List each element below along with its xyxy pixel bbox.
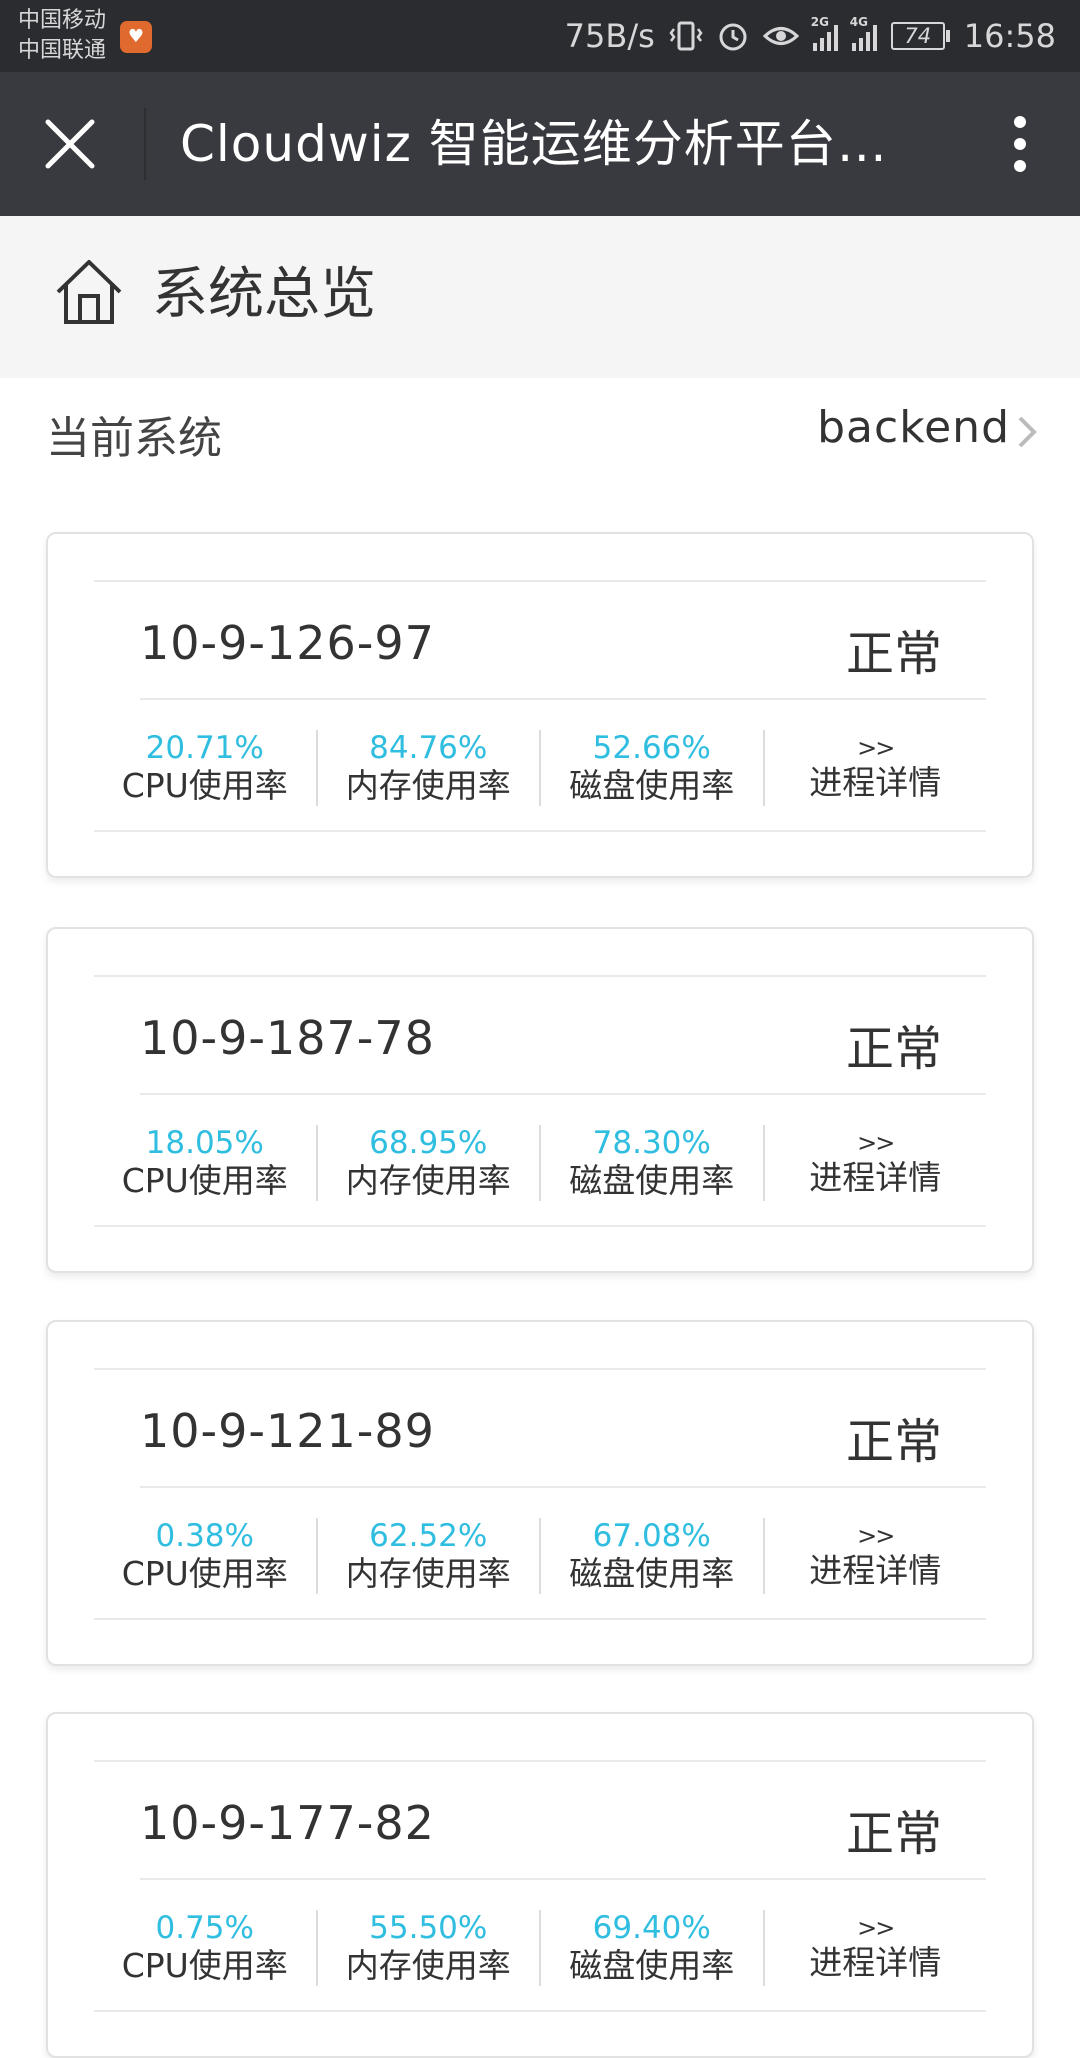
double-arrow-icon: >>	[857, 1129, 895, 1157]
cpu-usage-label: CPU使用率	[121, 1161, 288, 1200]
host-card[interactable]: 10-9-187-78 正常 18.05% CPU使用率 68.95% 内存使用…	[46, 927, 1034, 1273]
host-name: 10-9-126-97	[140, 616, 435, 670]
battery-icon: 74	[890, 22, 950, 50]
process-detail-link[interactable]: >> 进程详情	[765, 1125, 987, 1201]
memory-usage-label: 内存使用率	[345, 1554, 511, 1593]
host-metrics: 20.71% CPU使用率 84.76% 内存使用率 52.66% 磁盘使用率 …	[94, 730, 986, 806]
double-arrow-icon: >>	[857, 734, 895, 762]
cpu-metric[interactable]: 0.75% CPU使用率	[94, 1910, 318, 1986]
host-status: 正常	[845, 1806, 942, 1862]
disk-usage-value: 52.66%	[592, 730, 711, 766]
host-name: 10-9-121-89	[140, 1404, 435, 1458]
host-status: 正常	[845, 1021, 942, 1077]
host-card[interactable]: 10-9-126-97 正常 20.71% CPU使用率 84.76% 内存使用…	[46, 532, 1034, 878]
close-icon[interactable]	[42, 116, 98, 172]
carrier-2: 中国联通	[18, 38, 107, 63]
process-detail-label: 进程详情	[809, 763, 942, 802]
cpu-metric[interactable]: 20.71% CPU使用率	[94, 730, 318, 806]
eye-comfort-icon	[762, 27, 799, 45]
process-detail-label: 进程详情	[809, 1158, 942, 1197]
cpu-usage-label: CPU使用率	[121, 766, 288, 805]
alarm-icon	[719, 23, 747, 51]
page-header: 系统总览	[0, 216, 1080, 378]
host-name: 10-9-177-82	[140, 1796, 435, 1850]
battery-level: 74	[890, 22, 945, 50]
carrier-1: 中国移动	[18, 8, 107, 33]
disk-usage-value: 78.30%	[592, 1125, 711, 1161]
nav-title: Cloudwiz 智能运维分析平台…	[180, 115, 888, 173]
disk-usage-label: 磁盘使用率	[569, 1161, 735, 1200]
host-status: 正常	[845, 1414, 942, 1470]
double-arrow-icon: >>	[857, 1914, 895, 1942]
cpu-metric[interactable]: 0.38% CPU使用率	[94, 1518, 318, 1594]
double-arrow-icon: >>	[857, 1522, 895, 1550]
current-system-label: 当前系统	[46, 413, 222, 464]
chevron-right-icon[interactable]	[1016, 414, 1040, 450]
network-type-2: 4G	[849, 15, 868, 29]
host-card[interactable]: 10-9-121-89 正常 0.38% CPU使用率 62.52% 内存使用率…	[46, 1320, 1034, 1666]
disk-usage-value: 69.40%	[592, 1910, 711, 1946]
memory-usage-label: 内存使用率	[345, 1946, 511, 1985]
process-detail-label: 进程详情	[809, 1551, 942, 1590]
memory-usage-value: 62.52%	[369, 1518, 488, 1554]
current-system-row[interactable]: 当前系统 backend	[0, 378, 1080, 482]
memory-usage-label: 内存使用率	[345, 766, 511, 805]
disk-metric[interactable]: 52.66% 磁盘使用率	[541, 730, 765, 806]
memory-metric[interactable]: 68.95% 内存使用率	[318, 1125, 541, 1201]
signal-2-icon: 4G	[850, 15, 877, 51]
clock: 16:58	[963, 17, 1056, 55]
host-metrics: 0.38% CPU使用率 62.52% 内存使用率 67.08% 磁盘使用率 >…	[94, 1518, 986, 1594]
status-bar: 中国移动 中国联通 ♥ 75B/s 2G 4G 74 16:58	[0, 0, 1080, 72]
vibrate-icon	[669, 21, 703, 51]
signal-1-icon: 2G	[811, 15, 838, 51]
memory-usage-value: 84.76%	[369, 730, 488, 766]
cpu-usage-value: 0.75%	[155, 1910, 254, 1946]
more-vertical-icon[interactable]	[1000, 112, 1040, 176]
carrier-info: 中国移动 中国联通	[18, 6, 106, 66]
host-status: 正常	[845, 626, 942, 682]
memory-metric[interactable]: 84.76% 内存使用率	[318, 730, 541, 806]
disk-usage-value: 67.08%	[592, 1518, 711, 1554]
host-card[interactable]: 10-9-177-82 正常 0.75% CPU使用率 55.50% 内存使用率…	[46, 1712, 1034, 2058]
nav-divider	[144, 108, 146, 180]
home-icon	[56, 260, 122, 324]
cpu-usage-label: CPU使用率	[121, 1554, 288, 1593]
current-system-value[interactable]: backend	[817, 402, 1010, 453]
nav-bar: Cloudwiz 智能运维分析平台…	[0, 72, 1080, 216]
status-right: 75B/s 2G 4G 74 16:58	[565, 0, 1056, 72]
cpu-usage-value: 18.05%	[145, 1125, 264, 1161]
cpu-metric[interactable]: 18.05% CPU使用率	[94, 1125, 318, 1201]
memory-usage-value: 68.95%	[369, 1125, 488, 1161]
disk-usage-label: 磁盘使用率	[569, 1946, 735, 1985]
host-metrics: 18.05% CPU使用率 68.95% 内存使用率 78.30% 磁盘使用率 …	[94, 1125, 986, 1201]
memory-metric[interactable]: 62.52% 内存使用率	[318, 1518, 541, 1594]
disk-metric[interactable]: 69.40% 磁盘使用率	[541, 1910, 765, 1986]
net-speed: 75B/s	[564, 17, 655, 55]
disk-metric[interactable]: 78.30% 磁盘使用率	[541, 1125, 765, 1201]
host-metrics: 0.75% CPU使用率 55.50% 内存使用率 69.40% 磁盘使用率 >…	[94, 1910, 986, 1986]
health-app-icon: ♥	[120, 21, 152, 53]
disk-metric[interactable]: 67.08% 磁盘使用率	[541, 1518, 765, 1594]
cpu-usage-value: 20.71%	[145, 730, 264, 766]
network-type-1: 2G	[810, 15, 829, 29]
process-detail-link[interactable]: >> 进程详情	[765, 1910, 987, 1986]
disk-usage-label: 磁盘使用率	[569, 766, 735, 805]
process-detail-label: 进程详情	[809, 1943, 942, 1982]
memory-usage-value: 55.50%	[369, 1910, 488, 1946]
page-title: 系统总览	[152, 262, 376, 327]
cpu-usage-label: CPU使用率	[121, 1946, 288, 1985]
host-name: 10-9-187-78	[140, 1011, 435, 1065]
process-detail-link[interactable]: >> 进程详情	[765, 730, 987, 806]
disk-usage-label: 磁盘使用率	[569, 1554, 735, 1593]
process-detail-link[interactable]: >> 进程详情	[765, 1518, 987, 1594]
memory-usage-label: 内存使用率	[345, 1161, 511, 1200]
cpu-usage-value: 0.38%	[155, 1518, 254, 1554]
memory-metric[interactable]: 55.50% 内存使用率	[318, 1910, 541, 1986]
